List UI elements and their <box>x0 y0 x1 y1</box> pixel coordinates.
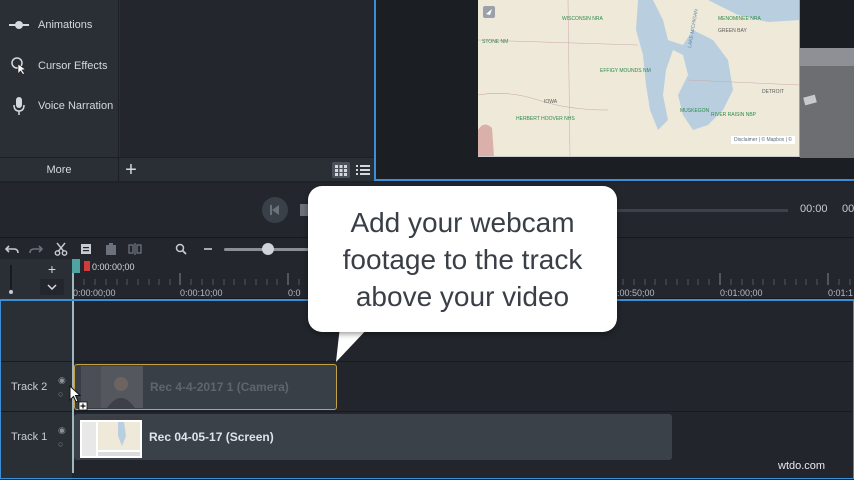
ruler-tick-label: 0:00:10;00 <box>180 288 223 298</box>
tools-footer: More + <box>0 157 374 182</box>
webcam-preview[interactable] <box>800 48 854 158</box>
map-label: STONE NM <box>482 39 508 45</box>
playhead-out-marker[interactable] <box>84 261 90 271</box>
grid-view-icon[interactable] <box>332 162 350 178</box>
cursor-effects-icon <box>0 57 38 75</box>
cut-icon[interactable] <box>53 241 69 257</box>
map-label: GREEN BAY <box>718 28 747 34</box>
camera-clip[interactable]: Rec 4-4-2017 1 (Camera) <box>74 364 337 410</box>
ruler-tick-label: 0:00:50;00 <box>612 288 655 298</box>
tools-panel: Animations Cursor Effects Voice Narratio… <box>0 0 376 182</box>
camera-clip-thumbnail <box>81 366 143 408</box>
map-label: WISCONSIN NRA <box>562 16 604 22</box>
zoom-search-icon[interactable] <box>173 241 189 257</box>
more-button[interactable]: More <box>0 158 119 182</box>
lock-icon[interactable]: ○ <box>58 439 63 449</box>
map-label: HERBERT HOOVER NHS <box>516 116 575 122</box>
screen-clip-thumbnail <box>80 416 142 458</box>
tutorial-callout: Add your webcam footage to the track abo… <box>308 186 617 332</box>
map-label: EFFIGY MOUNDS NM <box>600 68 651 74</box>
map-label: MUSKEGON <box>680 108 710 114</box>
zoom-slider-handle[interactable] <box>262 243 274 255</box>
tools-list: Animations Cursor Effects Voice Narratio… <box>0 0 119 157</box>
map-label: DETROIT <box>762 89 784 95</box>
track-2[interactable]: Track 2 ◉ ○ Rec 4-4-2017 1 (Camera) <box>0 361 854 412</box>
track-2-header: Track 2 ◉ ○ <box>0 362 72 412</box>
playhead-handle[interactable] <box>72 259 80 273</box>
total-time: 00:0 <box>842 203 854 215</box>
tool-label: Animations <box>38 19 93 31</box>
canvas-preview[interactable]: WISCONSIN NRA MENOMINEE NRA STONE NM EFF… <box>376 0 854 181</box>
tool-label: Voice Narration <box>38 100 114 112</box>
track-1[interactable]: Track 1 ◉ ○ Rec 04-05-17 (Screen) <box>0 411 854 462</box>
callout-text: Add your webcam footage to the track abo… <box>342 206 583 312</box>
screen-recording-preview[interactable]: WISCONSIN NRA MENOMINEE NRA STONE NM EFF… <box>478 0 800 157</box>
mouse-cursor-icon <box>69 384 88 411</box>
add-track-icon[interactable]: + <box>42 262 62 276</box>
ruler-tick-label: 0:01:00;00 <box>720 288 763 298</box>
visibility-eye-icon[interactable]: ◉ <box>58 375 66 386</box>
paste-icon[interactable] <box>103 241 119 257</box>
tool-voice-narration[interactable]: Voice Narration <box>0 86 119 126</box>
clip-name: Rec 4-4-2017 1 (Camera) <box>150 380 289 394</box>
screen-clip[interactable]: Rec 04-05-17 (Screen) <box>74 414 672 460</box>
add-tool-button[interactable]: + <box>120 158 142 182</box>
map-label: MENOMINEE NRA <box>718 16 761 22</box>
copy-icon[interactable] <box>78 241 94 257</box>
lock-icon[interactable]: ○ <box>58 389 63 399</box>
track-label: Track 1 <box>11 431 48 443</box>
tool-label: Cursor Effects <box>38 60 108 72</box>
collapse-tracks-icon[interactable] <box>40 279 64 295</box>
playhead-time: 0:00:00;00 <box>92 262 135 272</box>
split-icon[interactable] <box>127 241 143 257</box>
visibility-eye-icon[interactable]: ◉ <box>58 425 66 436</box>
map-label: RIVER RAISIN NBP <box>711 112 757 118</box>
track-label: Track 2 <box>11 381 48 393</box>
callout-tail <box>336 326 370 362</box>
tool-cursor-effects[interactable]: Cursor Effects <box>0 46 119 86</box>
tool-properties-pane <box>120 0 374 157</box>
ruler-tick-label: 0:00:00;00 <box>73 288 116 298</box>
ruler-tick-label: 0:0 <box>288 288 301 298</box>
playback-scrubber[interactable] <box>600 209 788 212</box>
redo-icon[interactable] <box>28 241 44 257</box>
map-label: IOWA <box>544 99 558 105</box>
animations-icon <box>0 19 38 31</box>
tool-animations[interactable]: Animations <box>0 5 119 45</box>
empty-track-header <box>0 299 72 361</box>
current-time: 00:00 <box>800 203 828 215</box>
zoom-out-icon[interactable] <box>200 241 216 257</box>
microphone-icon <box>0 97 38 115</box>
clip-name: Rec 04-05-17 (Screen) <box>149 430 274 444</box>
list-view-icon[interactable] <box>354 162 372 178</box>
playhead-line[interactable] <box>72 273 74 473</box>
previous-frame-button[interactable] <box>262 197 288 223</box>
watermark: wtdo.com <box>778 460 826 472</box>
ruler-tick-label: 0:01:1 <box>828 288 854 298</box>
map-attribution: Disclaimer | © Mapbox | © <box>730 136 795 144</box>
track-1-header: Track 1 ◉ ○ <box>0 412 72 462</box>
undo-icon[interactable] <box>4 241 20 257</box>
